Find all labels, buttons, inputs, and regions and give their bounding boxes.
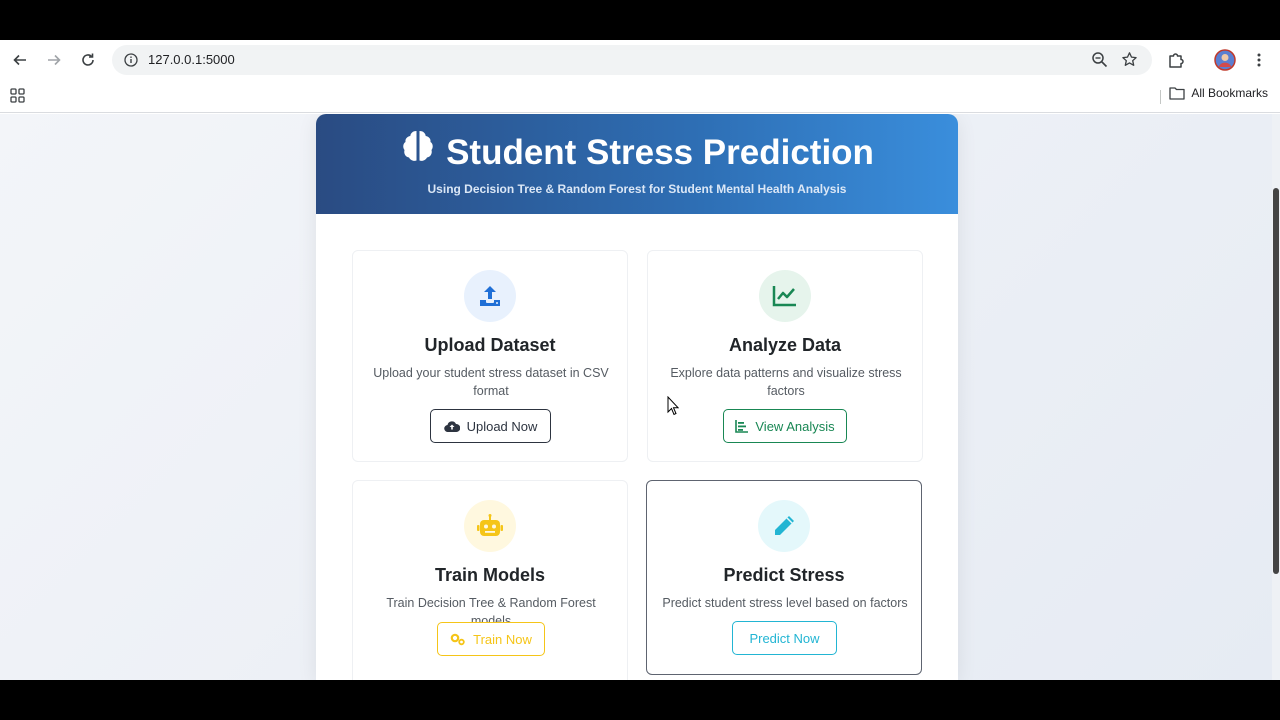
site-info-icon[interactable] <box>122 51 140 69</box>
brain-icon <box>400 128 436 173</box>
browser-window: 127.0.0.1:5000 All Bookmarks Student Str… <box>0 40 1280 680</box>
card-train-models: Train Models Train Decision Tree & Rando… <box>352 480 628 680</box>
pen-icon <box>758 500 810 552</box>
cogs-icon <box>450 633 465 645</box>
chart-bar-icon <box>735 419 749 433</box>
button-label: Upload Now <box>466 418 538 434</box>
upload-icon <box>464 270 516 322</box>
predict-now-button[interactable]: Predict Now <box>732 621 837 655</box>
extensions-button[interactable] <box>1164 48 1188 72</box>
page-subtitle: Using Decision Tree & Random Forest for … <box>427 182 847 196</box>
train-now-button[interactable]: Train Now <box>437 622 545 656</box>
more-vertical-icon <box>1257 53 1261 67</box>
card-description: Upload your student stress dataset in CS… <box>373 366 609 398</box>
card-analyze-data: Analyze Data Explore data patterns and v… <box>647 250 923 462</box>
button-label: Predict Now <box>749 630 820 646</box>
card-title: Predict Stress <box>723 565 845 585</box>
view-analysis-button[interactable]: View Analysis <box>723 409 847 443</box>
chart-line-icon <box>759 270 811 322</box>
card-title: Analyze Data <box>728 335 842 355</box>
page-title: Student Stress Prediction <box>446 132 874 172</box>
arrow-left-icon <box>13 54 26 66</box>
button-label: View Analysis <box>755 418 835 434</box>
card-upload-dataset: Upload Dataset Upload your student stres… <box>352 250 628 462</box>
zoom-icon[interactable] <box>1091 51 1108 73</box>
all-bookmarks-label: All Bookmarks <box>1191 86 1268 100</box>
arrow-right-icon <box>48 54 61 66</box>
bookmark-star-icon[interactable] <box>1121 51 1138 73</box>
card-description: Explore data patterns and visualize stre… <box>670 366 902 398</box>
puzzle-icon <box>1169 53 1184 68</box>
apps-grid-icon[interactable] <box>10 88 25 108</box>
bookmarks-divider <box>1160 90 1161 104</box>
letterbox-bottom <box>0 680 1280 720</box>
reload-icon <box>82 53 94 66</box>
scrollbar-thumb[interactable] <box>1273 188 1279 574</box>
url-text[interactable]: 127.0.0.1:5000 <box>148 52 235 67</box>
page-title-wrap: Student Stress Prediction <box>316 131 958 177</box>
page-viewport: Student Stress Prediction Using Decision… <box>0 114 1280 680</box>
menu-button[interactable] <box>1247 48 1271 72</box>
browser-toolbar: 127.0.0.1:5000 <box>0 40 1280 80</box>
all-bookmarks-button[interactable]: All Bookmarks <box>1169 86 1268 100</box>
main-container: Student Stress Prediction Using Decision… <box>316 114 958 680</box>
reload-button[interactable] <box>76 48 100 72</box>
profile-avatar[interactable] <box>1213 48 1237 72</box>
page-header: Student Stress Prediction Using Decision… <box>316 114 958 214</box>
folder-icon <box>1169 87 1185 100</box>
mouse-cursor-icon <box>667 395 680 421</box>
card-title: Upload Dataset <box>424 335 556 355</box>
letterbox-top <box>0 0 1280 40</box>
bookmarks-bar: All Bookmarks <box>0 80 1280 113</box>
card-predict-stress: Predict Stress Predict student stress le… <box>646 480 922 675</box>
cloud-upload-icon <box>443 421 460 432</box>
card-description: Predict student stress level based on fa… <box>662 596 908 610</box>
forward-button[interactable] <box>42 48 66 72</box>
page-scrollbar[interactable] <box>1272 114 1280 680</box>
button-label: Train Now <box>473 631 532 647</box>
upload-now-button[interactable]: Upload Now <box>430 409 551 443</box>
robot-icon <box>464 500 516 552</box>
address-bar[interactable]: 127.0.0.1:5000 <box>112 45 1152 75</box>
back-button[interactable] <box>8 48 32 72</box>
avatar-icon <box>1214 49 1236 71</box>
card-title: Train Models <box>434 565 546 585</box>
